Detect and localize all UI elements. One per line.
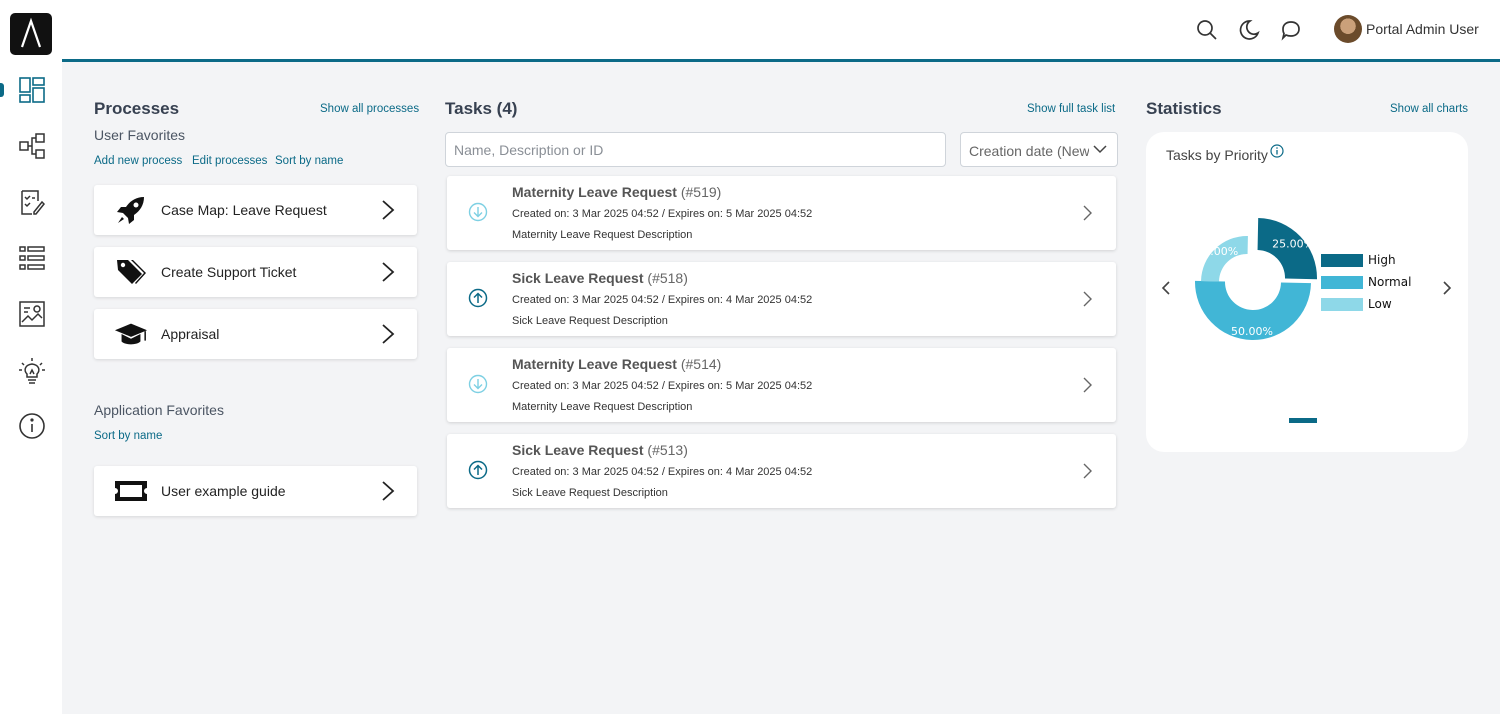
chevron-right-icon xyxy=(382,200,395,220)
task-description: Sick Leave Request Description xyxy=(512,315,668,327)
arrow-up-circle-icon xyxy=(468,288,488,308)
task-title: Sick Leave Request (#513) xyxy=(512,442,688,458)
process-card-case-map[interactable]: Case Map: Leave Request xyxy=(94,185,417,235)
moon-icon[interactable] xyxy=(1237,18,1261,42)
task-name: Sick Leave Request xyxy=(512,442,644,458)
chevron-right-icon xyxy=(1083,205,1092,221)
task-name: Maternity Leave Request xyxy=(512,184,677,200)
search-icon[interactable] xyxy=(1195,18,1219,42)
task-id: (#514) xyxy=(680,356,722,372)
chevron-down-icon xyxy=(1093,145,1107,154)
legend-item-high: High xyxy=(1321,253,1396,267)
task-id: (#519) xyxy=(680,184,722,200)
legend-swatch xyxy=(1321,275,1363,289)
task-name: Maternity Leave Request xyxy=(512,356,677,372)
add-new-process-link[interactable]: Add new process xyxy=(94,155,182,167)
processes-title: Processes xyxy=(94,99,180,118)
arrow-down-circle-icon xyxy=(468,202,488,222)
task-title: Maternity Leave Request (#514) xyxy=(512,356,721,372)
task-dates: Created on: 3 Mar 2025 04:52 / Expires o… xyxy=(512,380,813,392)
task-card[interactable]: Maternity Leave Request (#514) Created o… xyxy=(447,348,1116,422)
top-bar: Portal Admin User xyxy=(62,0,1500,62)
legend-swatch xyxy=(1321,253,1363,267)
pie-data-label: 25.00% xyxy=(1196,245,1238,258)
task-dates: Created on: 3 Mar 2025 04:52 / Expires o… xyxy=(512,208,813,220)
user-favorites-title: User Favorites xyxy=(94,127,186,143)
task-name: Sick Leave Request xyxy=(512,270,644,286)
chat-icon[interactable] xyxy=(1279,18,1303,42)
arrow-down-circle-icon xyxy=(468,374,488,394)
process-card-appraisal[interactable]: Appraisal xyxy=(94,309,417,359)
process-label: Case Map: Leave Request xyxy=(161,202,327,218)
task-title: Sick Leave Request (#518) xyxy=(512,270,688,286)
task-title: Maternity Leave Request (#519) xyxy=(512,184,721,200)
legend-item-low: Low xyxy=(1321,297,1392,311)
process-label: Appraisal xyxy=(161,326,220,342)
pie-slice-low[interactable] xyxy=(1201,236,1248,282)
chevron-right-icon xyxy=(1083,463,1092,479)
app-label: User example guide xyxy=(161,483,286,499)
task-sort-select[interactable]: Creation date (Newest first) xyxy=(960,132,1118,167)
task-dates: Created on: 3 Mar 2025 04:52 / Expires o… xyxy=(512,294,813,306)
dashboard-icon[interactable] xyxy=(16,74,48,106)
lightbulb-icon[interactable] xyxy=(16,354,48,386)
carousel-next-icon[interactable] xyxy=(1442,280,1452,296)
legend-item-normal: Normal xyxy=(1321,275,1411,289)
chevron-right-icon xyxy=(382,324,395,344)
legend-label: High xyxy=(1368,253,1396,267)
list-icon[interactable] xyxy=(16,242,48,274)
task-id: (#518) xyxy=(647,270,688,286)
process-label: Create Support Ticket xyxy=(161,264,297,280)
processes-icon[interactable] xyxy=(16,130,48,162)
show-full-task-list-link[interactable]: Show full task list xyxy=(1027,103,1115,115)
task-description: Maternity Leave Request Description xyxy=(512,229,693,241)
edit-processes-link[interactable]: Edit processes xyxy=(192,155,267,167)
sort-select-value: Creation date (Newest first) xyxy=(969,143,1089,159)
show-all-charts-link[interactable]: Show all charts xyxy=(1390,103,1468,115)
active-nav-marker xyxy=(0,83,4,97)
chevron-right-icon xyxy=(1083,377,1092,393)
pie-data-label: 25.00% xyxy=(1272,237,1314,250)
pie-data-label: 50.00% xyxy=(1231,325,1273,338)
task-card[interactable]: Sick Leave Request (#518) Created on: 3 … xyxy=(447,262,1116,336)
rocket-icon xyxy=(114,194,148,226)
logo[interactable] xyxy=(10,13,52,55)
sort-by-name-link[interactable]: Sort by name xyxy=(275,155,343,167)
pie-chart: 25.00% 50.00% 25.00% xyxy=(1195,218,1317,340)
task-search-input[interactable] xyxy=(445,132,946,167)
show-all-processes-link[interactable]: Show all processes xyxy=(320,103,419,115)
legend-swatch xyxy=(1321,297,1363,311)
app-card-user-guide[interactable]: User example guide xyxy=(94,466,417,516)
user-name[interactable]: Portal Admin User xyxy=(1366,21,1479,37)
tasks-icon[interactable] xyxy=(16,186,48,218)
process-card-support-ticket[interactable]: Create Support Ticket xyxy=(94,247,417,297)
legend-label: Low xyxy=(1368,297,1392,311)
tags-icon xyxy=(114,256,148,288)
task-description: Maternity Leave Request Description xyxy=(512,401,693,413)
sidebar xyxy=(0,0,62,714)
arrow-up-circle-icon xyxy=(468,460,488,480)
chevron-right-icon xyxy=(1083,291,1092,307)
carousel-indicator[interactable] xyxy=(1289,418,1317,423)
tasks-title: Tasks (4) xyxy=(445,99,518,118)
task-dates: Created on: 3 Mar 2025 04:52 / Expires o… xyxy=(512,466,813,478)
chevron-right-icon xyxy=(382,262,395,282)
graduation-cap-icon xyxy=(114,318,148,350)
legend-label: Normal xyxy=(1368,275,1412,289)
chevron-right-icon xyxy=(382,481,395,501)
task-card[interactable]: Sick Leave Request (#513) Created on: 3 … xyxy=(447,434,1116,508)
application-favorites-title: Application Favorites xyxy=(94,402,224,418)
avatar[interactable] xyxy=(1334,15,1362,43)
chart-card: Tasks by Priority 25.00% 50.00% 25.00% Hig… xyxy=(1146,132,1468,452)
task-description: Sick Leave Request Description xyxy=(512,487,668,499)
ticket-icon xyxy=(114,475,148,507)
statistics-icon[interactable] xyxy=(16,298,48,330)
app-sort-by-name-link[interactable]: Sort by name xyxy=(94,430,162,442)
carousel-prev-icon[interactable] xyxy=(1161,280,1171,296)
task-id: (#513) xyxy=(647,442,688,458)
info-icon[interactable] xyxy=(16,410,48,442)
statistics-title: Statistics xyxy=(1146,99,1222,118)
task-card[interactable]: Maternity Leave Request (#519) Created o… xyxy=(447,176,1116,250)
